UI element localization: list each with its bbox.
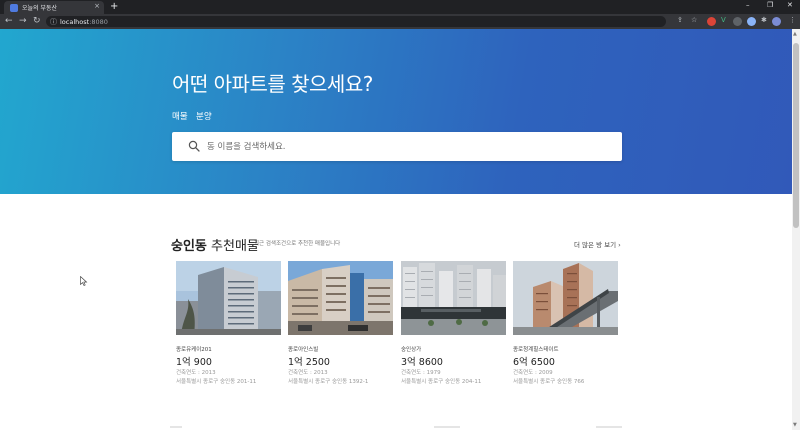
listing-card[interactable]: 종로유케이201 1억 900 건축연도 : 2013 서울특별시 종로구 숭인… (176, 261, 281, 391)
scroll-down-icon[interactable]: ▼ (793, 422, 797, 428)
listing-build-year: 건축연도 : 2013 (176, 370, 216, 376)
listing-card[interactable]: 숭인상가 3억 8600 건축연도 : 1979 서울특별시 종로구 숭인동 2… (401, 261, 506, 391)
browser-tab[interactable]: 오늘의 부동산 × (4, 1, 104, 14)
listing-name: 종로유케이201 (176, 347, 212, 353)
listing-address: 서울특별시 종로구 숭인동 201-11 (176, 379, 257, 385)
extension-icon[interactable] (747, 17, 756, 26)
listing-build-year: 건축연도 : 1979 (401, 370, 441, 376)
listing-name: 종로아인스빌 (288, 347, 319, 353)
browser-chrome: 오늘의 부동산 × + – ❐ ✕ ← → ↻ ⓘ localhost:8080… (0, 0, 800, 29)
close-window-button[interactable]: ✕ (787, 1, 793, 9)
chevron-right-icon: › (618, 241, 621, 249)
listing-address: 서울특별시 종로구 숭인동 1392-1 (288, 379, 369, 385)
mouse-cursor-icon (80, 276, 88, 286)
minimize-button[interactable]: – (746, 1, 750, 9)
address-url: localhost:8080 (60, 17, 108, 26)
listing-card[interactable]: 종로아인스빌 1억 2500 건축연도 : 2013 서울특별시 종로구 숭인동… (288, 261, 393, 391)
tab-close-icon[interactable]: × (94, 2, 100, 10)
section-title: 숭인동 추천매물 (171, 239, 259, 254)
listing-name: 숭인상가 (401, 347, 422, 353)
listing-photo[interactable] (288, 261, 393, 335)
vue-devtools-icon[interactable]: V (721, 16, 726, 24)
section-subtitle: 최근 검색조건으로 추천한 매물입니다 (254, 241, 341, 247)
listing-address: 서울특별시 종로구 숭인동 766 (513, 379, 585, 385)
reload-icon[interactable]: ↻ (33, 16, 41, 26)
maximize-button[interactable]: ❐ (767, 1, 773, 9)
favicon-icon (10, 4, 18, 12)
listing-name: 종로청계힐스테이트 (513, 347, 559, 353)
listing-price: 1억 900 (176, 357, 212, 368)
puzzle-icon[interactable]: ✱ (761, 16, 767, 24)
search-icon (188, 140, 200, 152)
browser-toolbar: ← → ↻ ⓘ localhost:8080 ⇪ ☆ V ✱ ⋮ (0, 14, 800, 29)
scroll-thumb[interactable] (793, 43, 799, 228)
search-input[interactable] (207, 139, 587, 154)
search-box[interactable] (172, 132, 622, 161)
scroll-up-icon[interactable]: ▲ (793, 31, 797, 37)
listing-photo[interactable] (176, 261, 281, 335)
listing-photo[interactable] (401, 261, 506, 335)
page-scrollbar[interactable]: ▲ ▼ (792, 29, 800, 430)
listing-address: 서울특별시 종로구 숭인동 204-11 (401, 379, 482, 385)
new-tab-button[interactable]: + (110, 1, 118, 12)
hero-banner: 어떤 아파트를 찾으세요? 매물 분양 (0, 29, 792, 194)
profile-avatar[interactable] (772, 17, 781, 26)
page-content: 어떤 아파트를 찾으세요? 매물 분양 숭인동 추천매물 최근 검색조건으로 추… (0, 29, 792, 430)
tab-sale[interactable]: 매물 (172, 110, 188, 122)
listing-build-year: 건축연도 : 2009 (513, 370, 553, 376)
extension-icon[interactable] (733, 17, 742, 26)
next-section-edge (170, 426, 622, 428)
info-icon[interactable]: ⓘ (50, 17, 57, 27)
listing-photo[interactable] (513, 261, 618, 335)
listing-price: 1억 2500 (288, 357, 330, 368)
share-icon[interactable]: ⇪ (677, 16, 683, 24)
hero-title: 어떤 아파트를 찾으세요? (172, 72, 373, 96)
listing-build-year: 건축연도 : 2013 (288, 370, 328, 376)
address-bar[interactable]: ⓘ localhost:8080 (46, 16, 666, 27)
menu-icon[interactable]: ⋮ (789, 16, 796, 24)
listing-card[interactable]: 종로청계힐스테이트 6억 6500 건축연도 : 2009 서울특별시 종로구 … (513, 261, 618, 391)
tab-strip: 오늘의 부동산 × + – ❐ ✕ (0, 0, 800, 14)
back-icon[interactable]: ← (5, 16, 13, 26)
tab-title: 오늘의 부동산 (22, 5, 58, 12)
tab-presale[interactable]: 분양 (196, 110, 212, 122)
bookmark-star-icon[interactable]: ☆ (691, 16, 697, 24)
more-rooms-link[interactable]: 더 많은 방 보기 › (574, 239, 621, 249)
forward-icon[interactable]: → (19, 16, 27, 26)
extension-icon[interactable] (707, 17, 716, 26)
listing-price: 3억 8600 (401, 357, 443, 368)
listing-price: 6억 6500 (513, 357, 555, 368)
